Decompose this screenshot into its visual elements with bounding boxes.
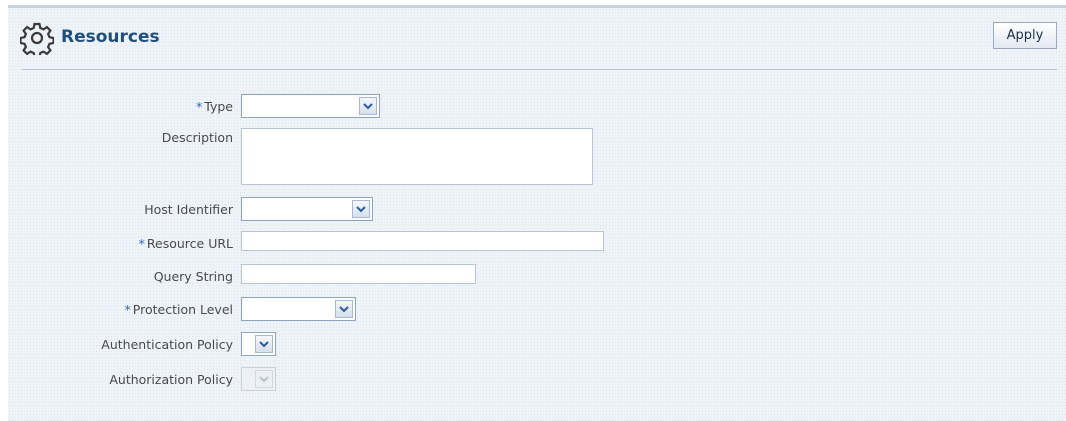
query-string-label: Query String [153, 269, 233, 284]
query-string-field[interactable] [241, 264, 476, 284]
apply-button[interactable]: Apply [993, 22, 1057, 49]
required-marker: * [196, 99, 203, 114]
resource-url-label: * Resource URL [139, 236, 233, 251]
chevron-down-icon[interactable] [335, 300, 353, 318]
resource-url-field[interactable] [241, 231, 604, 251]
authentication-policy-label: Authentication Policy [101, 337, 233, 352]
resources-panel: Resources Apply * Type Description Host I… [8, 5, 1066, 421]
resource-url-label-text: Resource URL [146, 236, 233, 251]
authentication-policy-select[interactable] [241, 332, 276, 356]
page-title: Resources [61, 27, 160, 47]
header-divider [22, 69, 1057, 70]
required-marker: * [124, 302, 131, 317]
chevron-down-icon[interactable] [359, 97, 377, 115]
protection-level-label: * Protection Level [125, 302, 233, 317]
chevron-down-icon[interactable] [255, 335, 273, 353]
host-identifier-select[interactable] [241, 197, 373, 221]
description-field[interactable] [241, 128, 593, 185]
protection-level-select[interactable] [241, 297, 356, 321]
type-label-text: Type [204, 99, 233, 114]
type-label: * Type [196, 99, 233, 114]
authorization-policy-select [241, 367, 276, 391]
authorization-policy-label: Authorization Policy [109, 372, 233, 387]
description-label: Description [161, 130, 233, 145]
host-identifier-label: Host Identifier [144, 202, 233, 217]
protection-level-label-text: Protection Level [132, 302, 233, 317]
type-select[interactable] [241, 94, 380, 118]
required-marker: * [138, 236, 145, 251]
gear-icon [20, 22, 54, 55]
chevron-down-icon [255, 370, 273, 388]
chevron-down-icon[interactable] [352, 200, 370, 218]
